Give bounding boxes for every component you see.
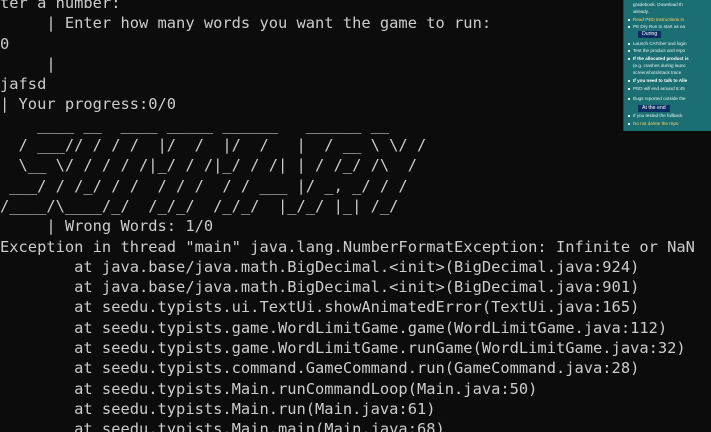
terminal-line: at java.base/java.math.BigDecimal.<init>… [0,278,640,297]
bullet-icon [628,49,630,52]
overlay-list-item: PED will end around 5:45 [628,86,685,92]
bullet-icon [628,25,630,28]
bullet-icon [628,97,630,100]
overlay-list-item-text: PED will end around 5:45 [633,86,685,91]
terminal-line: ___/ / /_/ / / / / / / / ___ |/ _, _/ / … [0,176,408,195]
overlay-list-item-text: already. [633,9,650,14]
overlay-list-item-text: If the allocated product is [633,56,689,61]
overlay-list-item-text: Do not delete the repo [633,121,679,126]
overlay-list-item: Launch CATcher and login [628,41,687,47]
bullet-icon [628,42,630,45]
overlay-list-item-text: Launch CATcher and login [633,41,687,46]
terminal-line: jafsd [0,75,47,94]
overlay-list-item-text: If you tested the fallback [633,113,683,118]
terminal-screen: ter a number: | Enter how many words you… [0,0,711,432]
overlay-list-item-text: gradebook. Download th [633,2,683,7]
overlay-list-item: gradebook. Download th [633,2,683,8]
overlay-list-item: If you tested the fallback [628,113,683,119]
overlay-heading-at-the-end: At the end [638,105,670,112]
overlay-list-item: Read PED instructions in [628,17,684,23]
overlay-heading-during: During [638,31,662,38]
terminal-line: at seedu.typists.Main.run(Main.java:61) [0,399,436,418]
terminal-line: at seedu.typists.ui.TextUi.showAnimatedE… [0,298,640,317]
terminal-line: \__ \/ / / / /|_/ / /|_/ / /| | / /_/ /\… [0,156,417,175]
overlay-list-item-text: PE Dry Run to start as ea [633,24,686,29]
terminal-line: /____/\____/_/ /_/_/ /_/_/ |_/_/ |_| /_/ [0,196,399,215]
terminal-line: ter a number: [0,0,121,12]
bullet-icon [628,57,630,60]
overlay-list-item-text: screenshots/stack trace [633,70,682,75]
terminal-line: at seedu.typists.game.WordLimitGame.runG… [0,339,686,358]
bullet-icon [628,122,630,125]
terminal-line: at java.base/java.math.BigDecimal.<init>… [0,257,640,276]
overlay-list-item: (e.g. crashes during launc [633,63,686,69]
overlay-list-item-text: (e.g. crashes during launc [633,63,686,68]
terminal-line: at seedu.typists.command.GameCommand.run… [0,359,640,378]
overlay-list-item-text: Test the product and repo [633,48,686,53]
console-output: ter a number: | Enter how many words you… [0,0,711,432]
overlay-list-item-text: Bugs reported outside the [633,96,686,101]
terminal-line: 0 [0,34,10,53]
overlay-list-item-text: Read PED instructions in [633,17,685,22]
terminal-line: | Enter how many words you want the game… [0,14,492,33]
overlay-list-item: screenshots/stack trace [633,70,681,76]
overlay-list-item: If you need to talk to Alle [628,78,687,84]
terminal-line: / ___// / / / |/ / |/ / | / __ \ \/ / [0,136,427,155]
overlay-list-item: Test the product and repo [628,48,685,54]
bullet-icon [628,79,630,82]
bullet-icon [628,18,630,21]
terminal-line: | Wrong Words: 1/0 [0,217,214,236]
overlay-list-item-text: If you need to talk to Alle [633,78,688,83]
overlay-list-item: If the allocated product is [628,56,689,62]
overlay-list-item: PE Dry Run to start as ea [628,24,685,30]
bullet-icon [628,87,630,90]
terminal-line: | [0,54,56,73]
terminal-line: Exception in thread "main" java.lang.Num… [0,237,695,256]
bullet-icon [628,114,630,117]
terminal-line: | Your progress:0/0 [0,95,177,114]
instructions-overlay-window[interactable]: During At the end gradebook. Download th… [624,0,711,131]
overlay-list-item: already. [633,9,649,15]
overlay-list-item: Do not delete the repo [628,121,678,127]
terminal-line: at seedu.typists.Main.main(Main.java:68) [0,420,445,432]
terminal-line: at seedu.typists.Main.runCommandLoop(Mai… [0,379,538,398]
terminal-line: at seedu.typists.game.WordLimitGame.game… [0,318,668,337]
terminal-line: ____ __ ____ _____ ______ ______ __ [0,115,390,134]
overlay-list-item: Bugs reported outside the [628,96,686,102]
